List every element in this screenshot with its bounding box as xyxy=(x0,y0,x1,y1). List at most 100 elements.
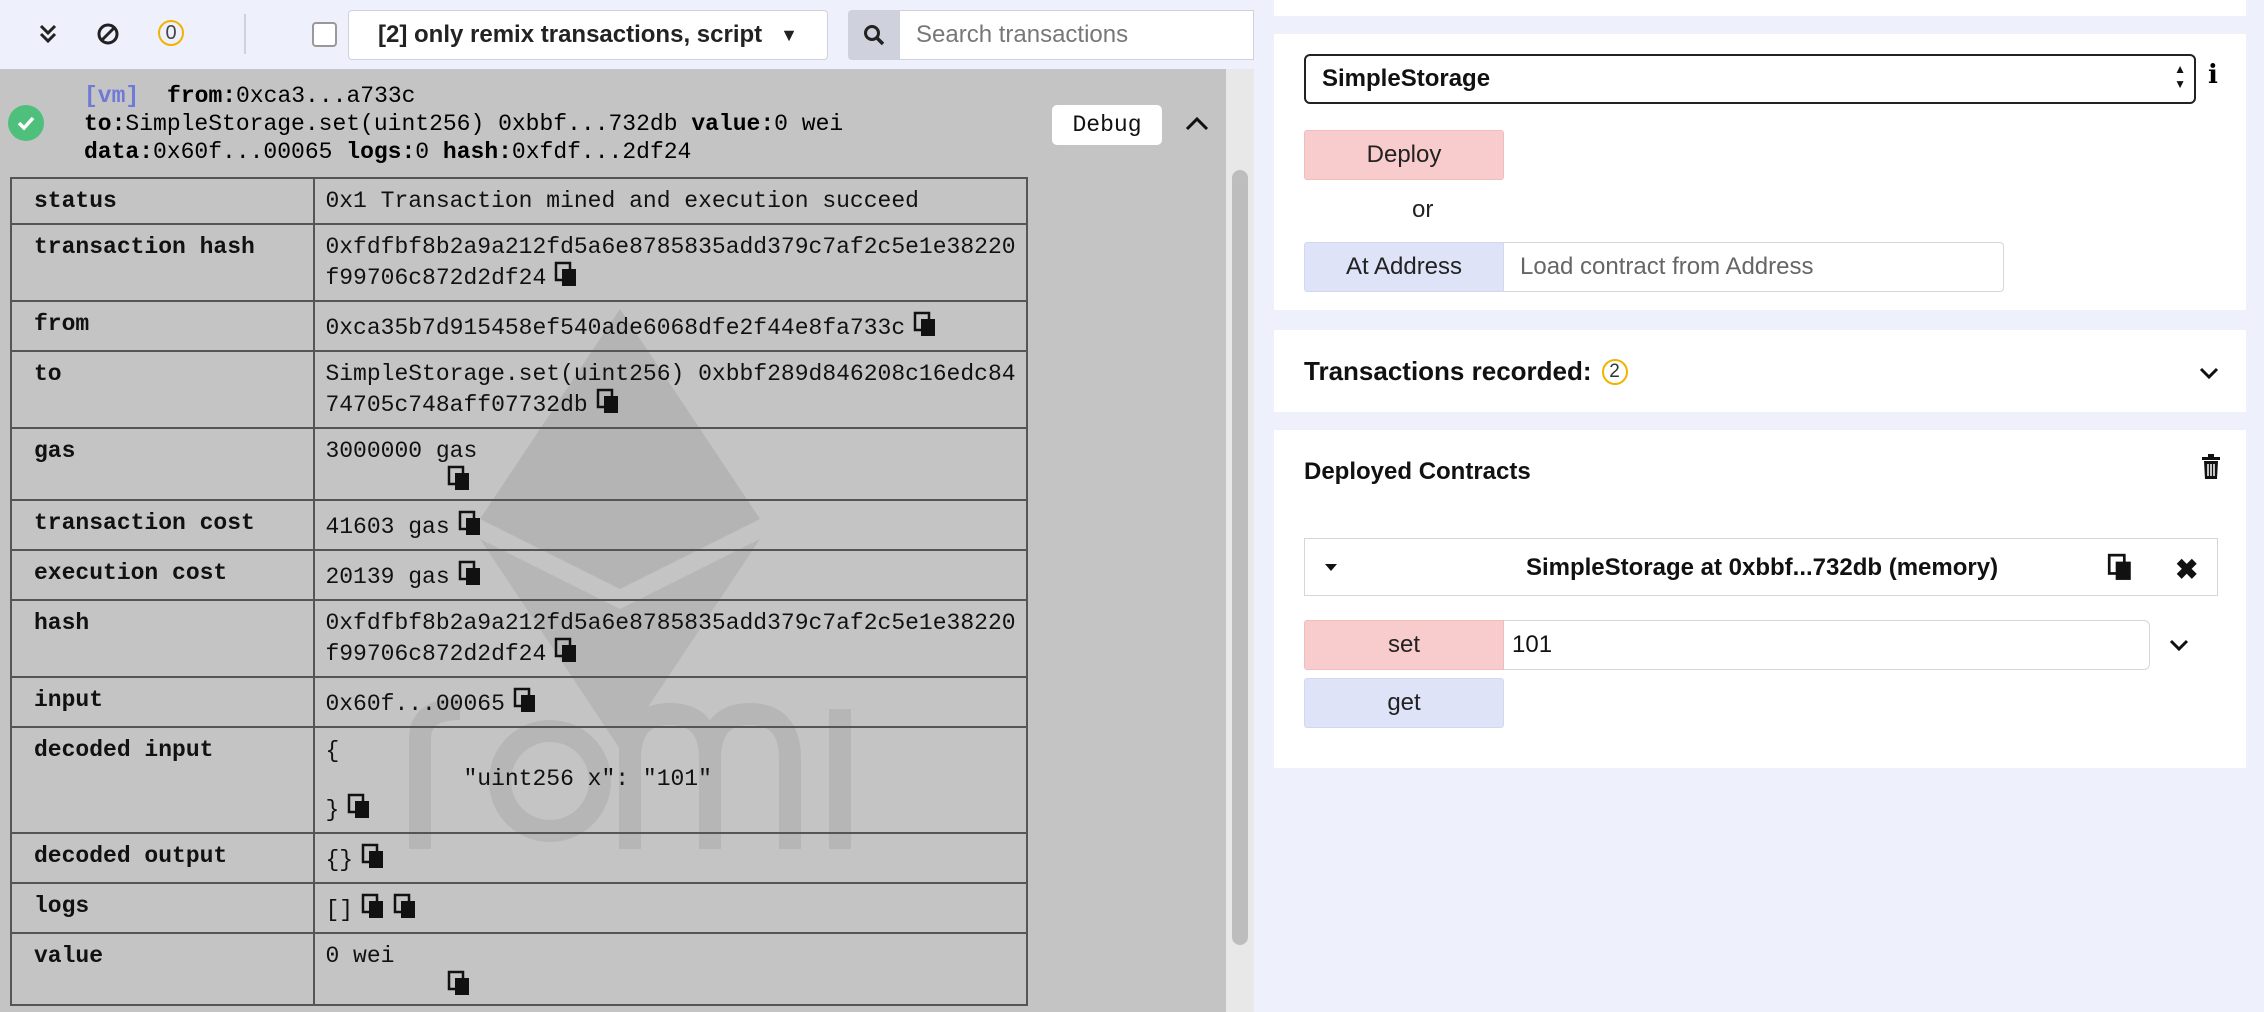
value-label: value: xyxy=(691,111,775,137)
copy-icon[interactable] xyxy=(361,893,385,919)
summary-line-2: to:SimpleStorage.set(uint256) 0xbbf...73… xyxy=(84,111,843,137)
caret-down-icon[interactable] xyxy=(1321,557,1341,577)
copy-icon[interactable] xyxy=(393,893,417,919)
tx-row-value-cell: 20139 gas xyxy=(313,549,1028,601)
copy-icon[interactable] xyxy=(913,311,937,337)
copy-icon[interactable] xyxy=(347,793,371,819)
tx-row-value: 0x1 Transaction mined and execution succ… xyxy=(325,188,919,214)
copy-icon[interactable] xyxy=(458,510,482,536)
tx-row-key: decoded input xyxy=(9,726,316,834)
contract-select[interactable]: SimpleStorage ▲ ▼ xyxy=(1304,54,2196,104)
clear-icon[interactable] xyxy=(86,12,130,56)
copy-icon[interactable] xyxy=(554,637,578,663)
data-label: data: xyxy=(84,139,154,165)
tx-row-value-cell: 0 wei xyxy=(313,932,1028,1006)
tx-row-key: gas xyxy=(9,427,316,501)
tx-row-key: decoded output xyxy=(9,832,316,884)
tx-row-value: 0xca35b7d915458ef540ade6068dfe2f44e8fa73… xyxy=(325,315,906,341)
set-button[interactable]: set xyxy=(1304,620,1504,670)
tx-row-key: transaction cost xyxy=(9,499,316,551)
tx-row-value-cell: 0xca35b7d915458ef540ade6068dfe2f44e8fa73… xyxy=(313,300,1028,352)
copy-icon[interactable] xyxy=(458,560,482,586)
vm-tag: [vm] xyxy=(84,83,140,109)
tx-row-value: SimpleStorage.set(uint256) 0xbbf289d8462… xyxy=(325,361,1016,418)
tx-row-key: input xyxy=(9,676,316,728)
terminal-scrollbar-thumb[interactable] xyxy=(1232,170,1248,945)
environment-card xyxy=(1274,0,2246,16)
set-input[interactable] xyxy=(1504,620,2150,670)
tx-row-key: transaction hash xyxy=(9,223,316,302)
copy-icon[interactable] xyxy=(2107,553,2133,581)
deploy-card: SimpleStorage ▲ ▼ i Deploy or At Address xyxy=(1274,34,2246,310)
tx-row-value-cell: 0xfdfbf8b2a9a212fd5a6e8785835add379c7af2… xyxy=(313,223,1028,302)
tx-row-value-cell: 0x60f...00065 xyxy=(313,676,1028,728)
chevron-up-icon[interactable] xyxy=(1180,107,1214,141)
tx-row-value: value 0 wei xyxy=(9,932,1028,1006)
summary-line-3: data:0x60f...00065 logs:0 hash:0xfdf...2… xyxy=(84,139,691,165)
chevron-down-icon[interactable] xyxy=(2166,632,2192,658)
tx-row-transaction-cost: transaction cost 41603 gas xyxy=(9,499,1028,551)
get-button[interactable]: get xyxy=(1304,678,1504,728)
tx-row-to: to SimpleStorage.set(uint256) 0xbbf289d84… xyxy=(9,350,1028,429)
copy-icon[interactable] xyxy=(447,970,471,996)
double-chevron-down-icon[interactable] xyxy=(26,12,70,56)
tx-row-key: status xyxy=(9,177,316,225)
copy-icon[interactable] xyxy=(513,687,537,713)
or-label: or xyxy=(1412,196,1434,223)
terminal-panel: 0 [2] only remix transactions, script ▼ … xyxy=(0,0,1254,1012)
tx-row-value-cell: {} xyxy=(313,832,1028,884)
copy-icon[interactable] xyxy=(361,843,385,869)
tx-row-hash: hash 0xfdfbf8b2a9a212fd5a6e8785835add379c… xyxy=(9,599,1028,678)
close-icon[interactable]: ✖ xyxy=(2175,553,2198,586)
listen-checkbox[interactable] xyxy=(312,22,337,47)
tx-row-value-cell: 3000000 gas xyxy=(313,427,1028,501)
search-input[interactable] xyxy=(900,10,1254,60)
tx-row-value: {} xyxy=(325,847,354,873)
tx-row-input: input 0x60f...00065 xyxy=(9,676,1028,728)
copy-icon[interactable] xyxy=(596,388,620,414)
copy-icon[interactable] xyxy=(554,261,578,287)
logs-label: logs: xyxy=(346,139,416,165)
contract-selected: SimpleStorage xyxy=(1322,65,1491,92)
transaction-filter-select[interactable]: [2] only remix transactions, script ▼ xyxy=(348,10,828,60)
copy-icon[interactable] xyxy=(447,465,471,491)
tx-row-value: 0 wei xyxy=(325,943,395,969)
to-label: to: xyxy=(84,111,126,137)
logs-value: 0 xyxy=(415,139,430,165)
chevron-down-icon[interactable] xyxy=(2196,360,2222,386)
tx-row-key: hash xyxy=(9,599,316,678)
contract-instance-header[interactable]: SimpleStorage at 0xbbf...732db (memory) … xyxy=(1304,538,2218,596)
tx-row-value-cell: [] xyxy=(313,882,1028,934)
summary-line-1: [vm] from:0xca3...a733c xyxy=(84,83,415,109)
debug-button[interactable]: Debug xyxy=(1052,105,1162,145)
caret-down-icon: ▼ xyxy=(780,24,798,45)
hash-label: hash: xyxy=(442,139,512,165)
tx-row-value-cell: { "uint256 x": "101" } xyxy=(313,726,1028,834)
tx-row-transaction-hash: transaction hash 0xfdfbf8b2a9a212fd5a6e87… xyxy=(9,223,1028,302)
tx-row-value: 0xfdfbf8b2a9a212fd5a6e8785835add379c7af2… xyxy=(325,234,1016,291)
deployed-contracts-title: Deployed Contracts xyxy=(1304,458,1531,485)
trash-icon[interactable] xyxy=(2200,452,2222,480)
tx-row-execution-cost: execution cost 20139 gas xyxy=(9,549,1028,601)
search-icon[interactable] xyxy=(848,10,900,60)
transaction-summary[interactable]: [vm] from:0xca3...a733c to:SimpleStorage… xyxy=(0,69,1226,173)
tx-row-status: status 0x1 Transaction mined and executio… xyxy=(9,177,1028,225)
terminal-toolbar: 0 [2] only remix transactions, script ▼ xyxy=(0,0,1254,69)
tx-row-key: from xyxy=(9,300,316,352)
info-icon[interactable]: i xyxy=(2208,60,2218,90)
transactions-recorded-card[interactable]: Transactions recorded: 2 xyxy=(1274,330,2246,412)
tx-row-value: 0x60f...00065 xyxy=(325,691,505,717)
from-value: 0xca3...a733c xyxy=(236,83,416,109)
tx-row-value: { "uint256 x": "101" } xyxy=(325,738,712,823)
at-address-button[interactable]: At Address xyxy=(1304,242,1504,292)
tx-row-key: value xyxy=(9,932,316,1006)
transaction-details-table: status 0x1 Transaction mined and executio… xyxy=(9,177,1028,1006)
address-input[interactable] xyxy=(1504,242,2004,292)
deploy-button[interactable]: Deploy xyxy=(1304,130,1504,180)
tx-row-value-cell: 41603 gas xyxy=(313,499,1028,551)
data-value: 0x60f...00065 xyxy=(153,139,333,165)
tx-row-key: execution cost xyxy=(9,549,316,601)
recorded-count-badge: 2 xyxy=(1601,358,1628,385)
tx-row-key: to xyxy=(9,350,316,429)
tx-row-gas: gas 3000000 gas xyxy=(9,427,1028,501)
